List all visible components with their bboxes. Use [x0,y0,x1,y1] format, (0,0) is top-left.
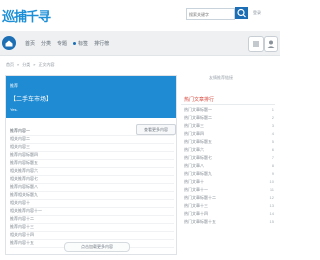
load-more-button[interactable]: 点击加载更多内容 [64,242,130,252]
sidebar: 友情推荐链接 热门文章排行 热门文章标题一 1 热门文章标题二 2 热门文章三 3 热… [181,75,275,253]
list-item[interactable]: 推荐内容标题四 [10,152,174,160]
login-link[interactable]: 登录 [253,10,261,16]
banner-title: 【二手车市场】 [10,97,53,103]
sidebar-heading: 热门文章排行 [181,95,275,105]
list-item[interactable]: 相关推荐内容七 [10,176,174,184]
hot-article-item[interactable]: 热门文章十一 11 [184,187,274,195]
list-item[interactable]: 相关推荐内容十一 [10,208,174,216]
hot-article-item[interactable]: 热门文章十四 14 [184,211,274,219]
breadcrumb-separator: » [17,62,20,67]
hot-article-list: 热门文章标题一 1 热门文章标题二 2 热门文章三 3 热门文章四 4 热门文章标题五 5… [184,107,274,227]
hot-article-item[interactable]: 热门文章四 4 [184,131,274,139]
featured-banner[interactable]: 推荐 【二手车市场】 Yes. [6,76,176,118]
main-nav: 首页 分类 专题 标签 排行榜 [0,31,280,56]
list-item[interactable]: 推荐相关标题九 [10,192,174,200]
breadcrumb: 首页 » 分类 » 正文内容 [6,62,54,68]
list-item[interactable]: 推荐内容十二 [10,216,174,224]
nav-items: 首页 分类 专题 标签 排行榜 [25,40,109,47]
sidebar-top-link[interactable]: 友情推荐链接 [209,75,233,81]
hot-article-item[interactable]: 热门文章六 6 [184,147,274,155]
list-item[interactable]: 相关内容十 [10,200,174,208]
hot-article-item[interactable]: 热门文章标题二 2 [184,115,274,123]
menu-button[interactable] [248,36,264,52]
content-list: 推荐内容一 相关内容二 相关内容三 推荐内容标题四 推荐内容标题五 相关推荐内容… [10,128,174,248]
dot-icon [73,42,77,45]
hot-article-item[interactable]: 热门文章标题九 9 [184,171,274,179]
hot-article-item[interactable]: 热门文章标题十二 12 [184,195,274,203]
list-item[interactable]: 相关内容十四 [10,232,174,240]
hot-article-item[interactable]: 热门文章标题十五 15 [184,219,274,227]
list-item[interactable]: 推荐内容标题五 [10,160,174,168]
sidebar-heading-label: 热门文章排行 [184,97,215,103]
list-item[interactable]: 相关推荐内容六 [10,168,174,176]
hot-article-item[interactable]: 热门文章十 10 [184,179,274,187]
nav-item-category[interactable]: 分类 [41,40,51,47]
user-button[interactable] [264,36,278,52]
search-box[interactable] [186,8,235,20]
hot-article-item[interactable]: 热门文章八 8 [184,163,274,171]
home-icon [5,40,13,47]
list-item[interactable]: 相关内容三 [10,144,174,152]
search-icon [237,8,246,18]
hot-article-item[interactable]: 热门文章十三 13 [184,203,274,211]
nav-item-ranking[interactable]: 排行榜 [94,40,109,47]
hot-article-item[interactable]: 热门文章标题七 7 [184,155,274,163]
breadcrumb-category[interactable]: 分类 [22,62,30,68]
nav-item-topic[interactable]: 专题 [57,40,67,47]
nav-item-tags[interactable]: 标签 [73,40,88,47]
list-item[interactable]: 推荐内容一 [10,128,174,136]
main-content-card: 推荐 【二手车市场】 Yes. 查看更多内容 推荐内容一 相关内容二 相关内容三… [5,75,177,255]
banner-subtitle: Yes. [10,107,18,112]
search-button[interactable] [235,7,248,19]
hot-article-item[interactable]: 热门文章标题一 1 [184,107,274,115]
list-item[interactable]: 推荐内容十三 [10,224,174,232]
user-icon [267,40,275,48]
site-logo[interactable]: 巡捕千寻 [2,6,51,25]
list-item[interactable]: 推荐内容标题八 [10,184,174,192]
breadcrumb-current: 正文内容 [38,62,55,67]
site-header: 巡捕千寻 登录 [0,0,280,30]
menu-icon [253,41,259,47]
breadcrumb-separator: » [33,62,36,67]
home-button[interactable] [2,36,16,50]
banner-label: 推荐 [10,83,18,88]
list-item[interactable]: 相关内容二 [10,136,174,144]
hot-article-item[interactable]: 热门文章三 3 [184,123,274,131]
search-input[interactable] [187,9,235,19]
hot-article-item[interactable]: 热门文章标题五 5 [184,139,274,147]
nav-item-home[interactable]: 首页 [25,40,35,47]
breadcrumb-home[interactable]: 首页 [6,62,14,68]
